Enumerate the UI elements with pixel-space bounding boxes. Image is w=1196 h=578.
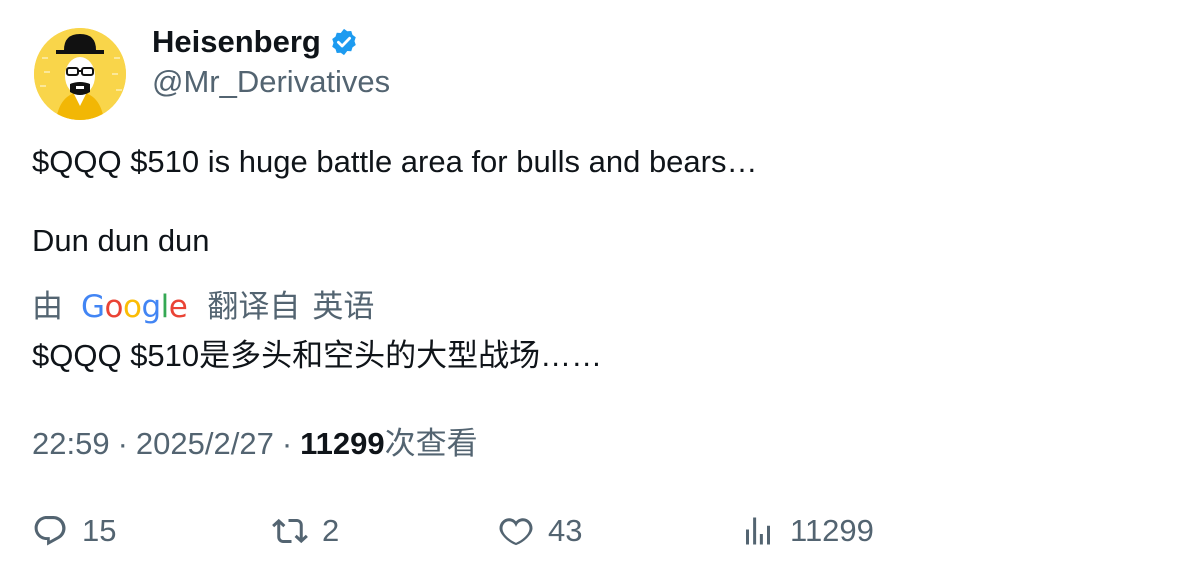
like-count: 43 — [548, 513, 583, 548]
translation-attribution: 由 Google 翻译自 英语 — [32, 287, 374, 327]
avatar-image — [34, 28, 126, 120]
views-label: 次查看 — [384, 426, 478, 461]
like-button[interactable]: 43 — [498, 511, 582, 551]
verified-badge-icon[interactable] — [329, 27, 359, 57]
translated-from-label: 翻译自 — [207, 289, 301, 324]
tweet-text-line-2: Dun dun dun — [32, 223, 210, 258]
action-bar: 15 2 43 11299 — [32, 511, 1172, 551]
views-action-count: 11299 — [790, 513, 874, 548]
meta-separator: · — [117, 426, 128, 461]
heart-icon — [499, 518, 533, 546]
retweet-button[interactable]: 2 — [272, 511, 339, 551]
display-name[interactable]: Heisenberg — [152, 22, 321, 62]
tweet-text-line-1: $QQQ $510 is huge battle area for bulls … — [32, 144, 758, 179]
translation-by-label: 由 — [32, 289, 63, 324]
reply-icon — [34, 516, 66, 546]
views-button[interactable]: 11299 — [740, 511, 874, 551]
reply-count: 15 — [82, 513, 117, 548]
meta-separator: · — [281, 426, 293, 461]
google-logo[interactable]: Google — [81, 287, 188, 327]
analytics-icon — [746, 517, 770, 545]
source-language: 英语 — [312, 289, 375, 324]
author-handle[interactable]: @Mr_Derivatives — [152, 62, 390, 102]
reply-button[interactable]: 15 — [32, 511, 116, 551]
tweet-meta: 22:59 · 2025/2/27 · 11299 次查看 — [32, 424, 478, 464]
translated-text: $QQQ $510是多头和空头的大型战场…… — [32, 338, 603, 373]
tweet-time[interactable]: 22:59 — [32, 424, 110, 464]
views-count: 11299 — [300, 426, 385, 461]
author-name-row: Heisenberg — [152, 22, 359, 62]
avatar[interactable] — [34, 28, 126, 120]
retweet-count: 2 — [322, 513, 340, 548]
tweet-date[interactable]: 2025/2/27 — [136, 424, 274, 464]
retweet-icon — [272, 518, 308, 544]
